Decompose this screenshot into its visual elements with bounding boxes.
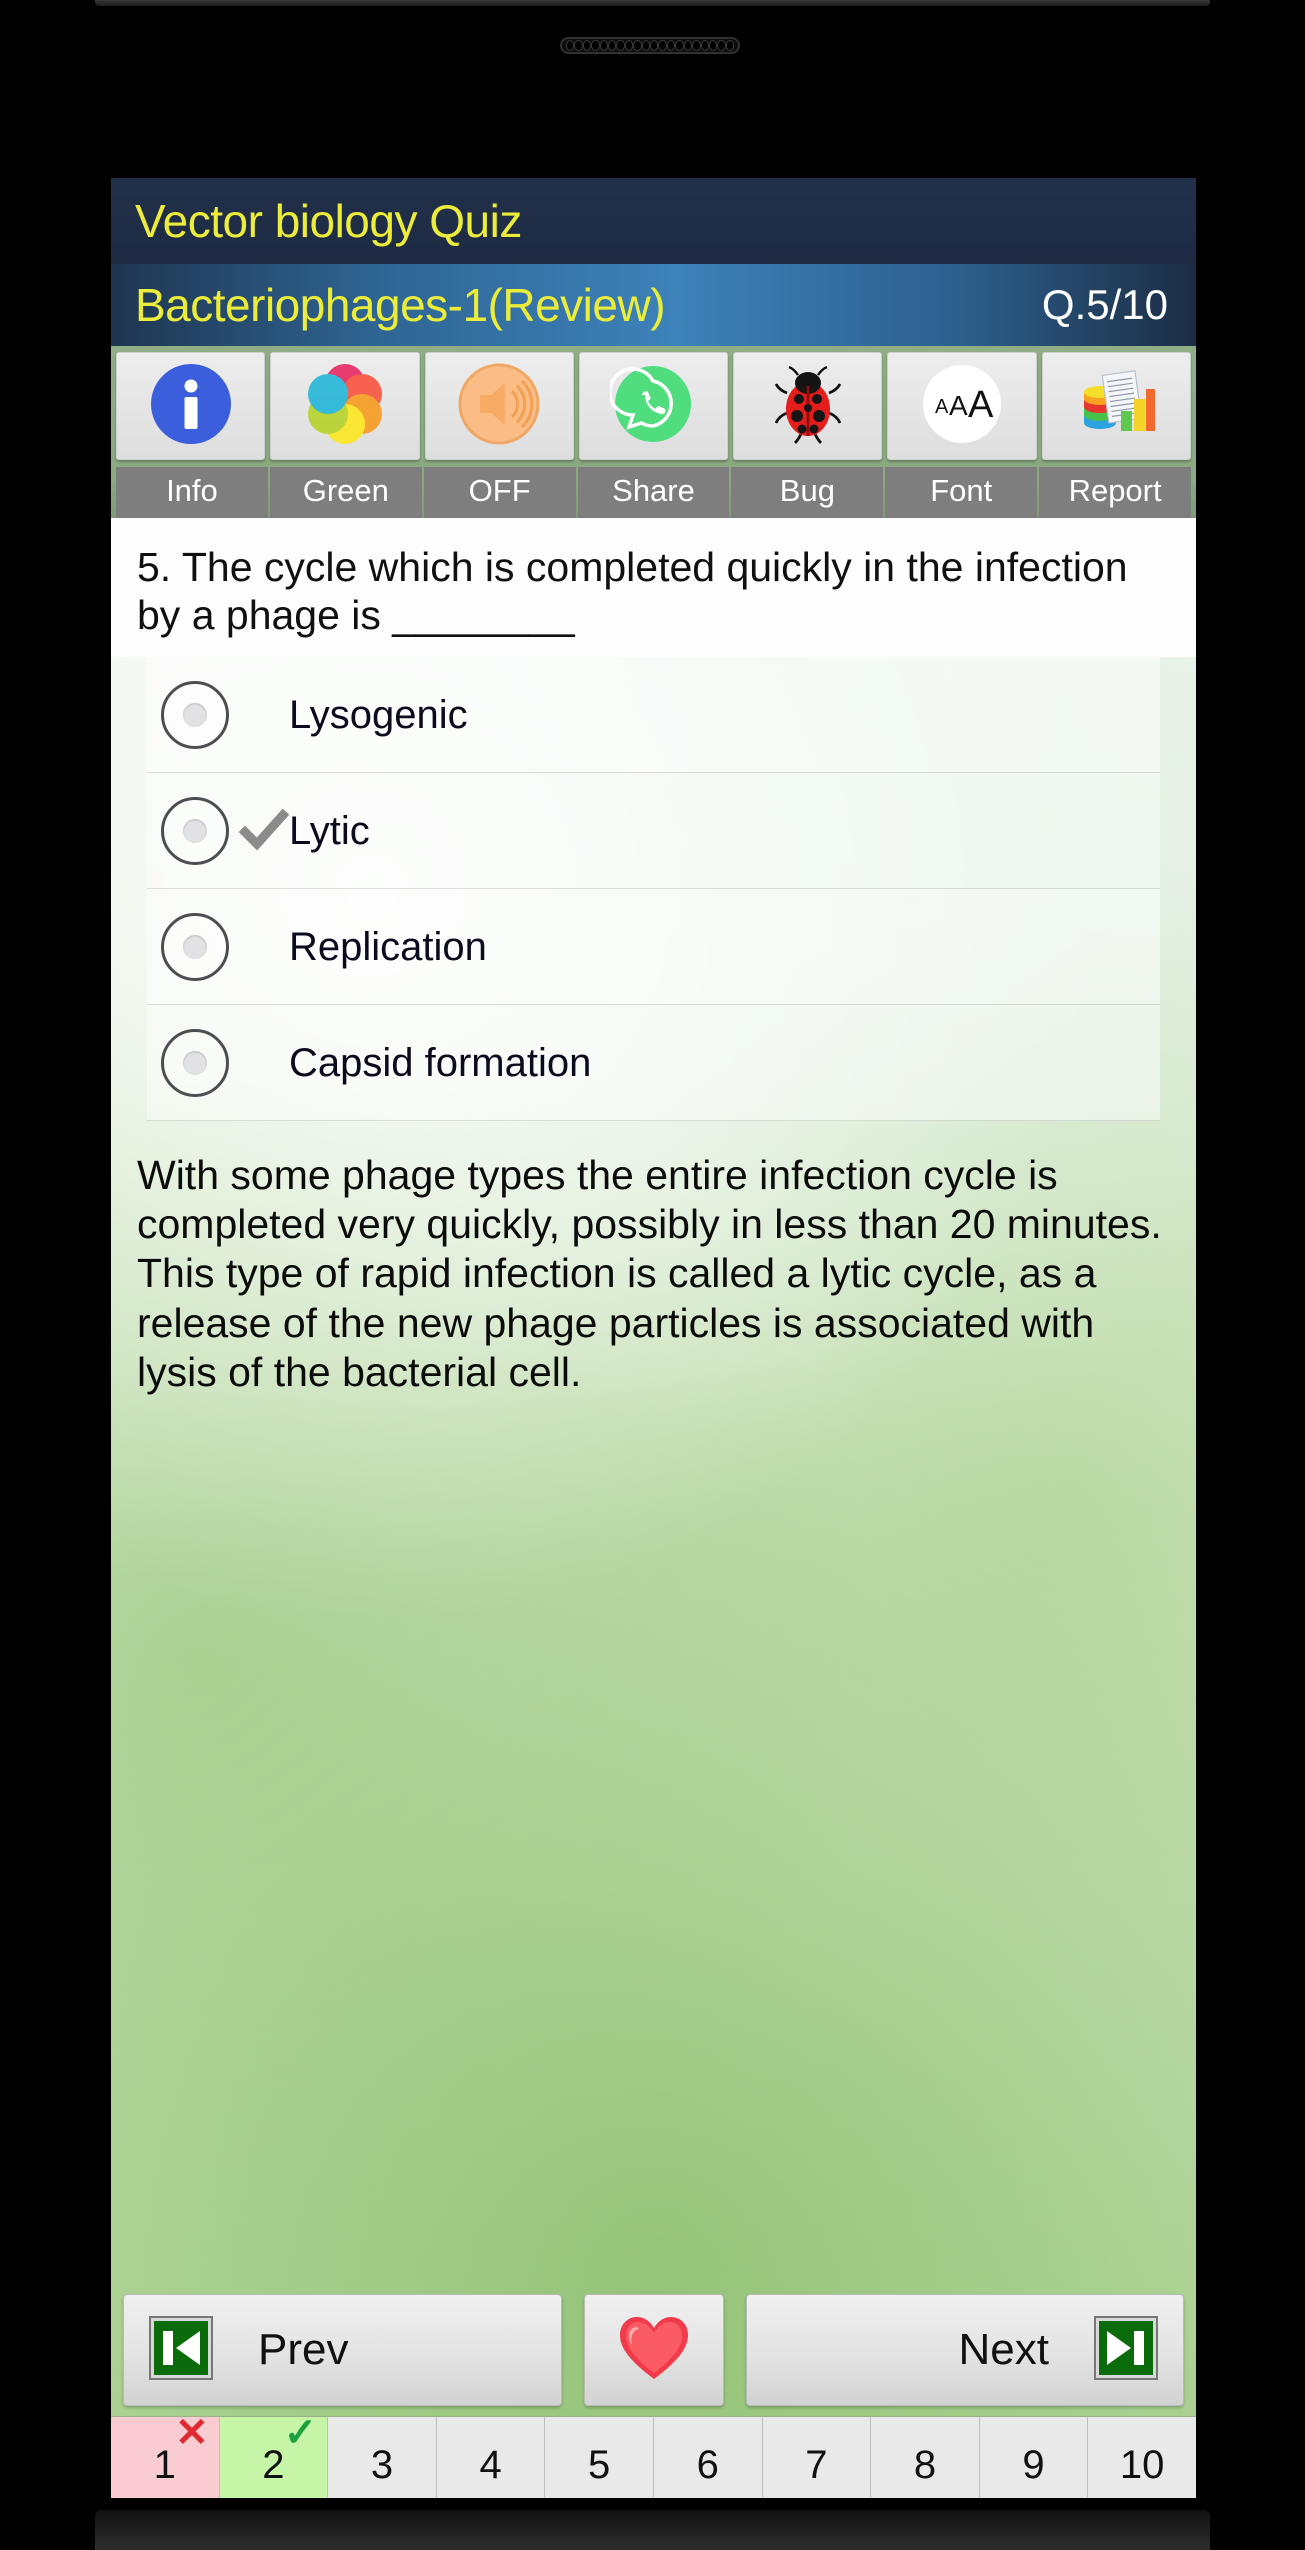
report-chart-icon [1073, 361, 1159, 452]
page-title: Vector biology Quiz [135, 195, 522, 247]
prev-label: Prev [258, 2325, 349, 2374]
qnum-label: 8 [913, 2442, 937, 2487]
question-counter: Q.5/10 [1041, 281, 1168, 328]
bezel-bottom-strip [95, 2510, 1210, 2550]
phone-shell: Vector biology Quiz Bacteriophages-1(Rev… [0, 0, 1305, 2550]
question-block: 5. The cycle which is completed quickly … [111, 518, 1196, 658]
toolbar-label-row: Info Green OFF Share Bug Font Report [116, 467, 1192, 518]
toolbar-icon-row: A A A [116, 352, 1191, 460]
favorite-button[interactable] [583, 2294, 724, 2406]
toolbar-button-share[interactable] [578, 352, 729, 460]
svg-text:A: A [935, 396, 949, 418]
font-size-icon: A A A [919, 361, 1005, 452]
toolbar-button-sound[interactable] [424, 352, 574, 460]
explanation-text: With some phage types the entire infecti… [137, 1152, 1162, 1395]
qnum-label: 9 [1022, 2442, 1045, 2487]
content-area: 5. The cycle which is completed quickly … [111, 518, 1196, 2416]
earpiece-speaker-grille [560, 37, 740, 54]
qnum-button-3[interactable]: 3 [328, 2417, 437, 2498]
qnum-label: 4 [479, 2442, 502, 2487]
toolbar-button-green[interactable] [270, 352, 420, 460]
skip-previous-icon [148, 2315, 214, 2386]
radio-button-lytic[interactable] [161, 797, 229, 866]
correct-mark-icon: ✓ [283, 2411, 318, 2455]
option-row[interactable]: Capsid formation [147, 1005, 1160, 1122]
qnum-label: 2 [262, 2442, 285, 2487]
toolbar: A A A Info Green OFF Share Bug Font Repo… [111, 346, 1196, 518]
radio-button-lysogenic[interactable] [161, 681, 229, 750]
quiz-subtitle: Bacteriophages-1(Review) [135, 279, 666, 331]
speaker-icon [456, 361, 542, 452]
wrong-mark-icon: ✕ [175, 2411, 209, 2455]
qnum-button-7[interactable]: 7 [762, 2417, 872, 2498]
app-screen: Vector biology Quiz Bacteriophages-1(Rev… [111, 178, 1196, 2498]
qnum-button-4[interactable]: 4 [436, 2417, 546, 2498]
qnum-button-10[interactable]: 10 [1088, 2417, 1196, 2498]
options-list: Lysogenic Lytic Replication Capsid forma… [147, 657, 1160, 1122]
correct-answer-check-icon [239, 806, 289, 856]
qnum-label: 3 [370, 2442, 394, 2487]
next-button[interactable]: Next [745, 2294, 1184, 2406]
skip-next-icon [1093, 2315, 1159, 2386]
option-label: Capsid formation [289, 1040, 592, 1085]
qnum-button-5[interactable]: 5 [545, 2417, 654, 2498]
qnum-button-2[interactable]: ✓ 2 [219, 2413, 329, 2498]
toolbar-label-bug[interactable]: Bug [731, 467, 884, 518]
qnum-button-1[interactable]: ✕ 1 [111, 2413, 220, 2498]
next-label: Next [958, 2325, 1049, 2374]
info-circle-icon [148, 361, 234, 452]
prev-button[interactable]: Prev [123, 2294, 562, 2406]
toolbar-button-info[interactable] [116, 352, 266, 460]
qnum-label: 1 [153, 2442, 176, 2487]
qnum-label: 5 [588, 2442, 611, 2487]
toolbar-button-font[interactable]: A A A [887, 352, 1037, 460]
app-title-bar: Vector biology Quiz [111, 178, 1196, 264]
navigation-row: Prev Next [111, 2294, 1196, 2406]
ladybug-icon [765, 361, 851, 452]
toolbar-label-report[interactable]: Report [1039, 467, 1192, 518]
qnum-button-6[interactable]: 6 [653, 2417, 763, 2498]
question-number-strip: ✕ 1 ✓ 2 3 4 5 6 7 8 9 10 [111, 2413, 1196, 2498]
toolbar-button-report[interactable] [1041, 352, 1191, 460]
option-label: Lytic [289, 808, 370, 853]
toolbar-button-bug[interactable] [733, 352, 883, 460]
toolbar-label-off[interactable]: OFF [423, 467, 576, 518]
qnum-label: 7 [805, 2442, 828, 2487]
option-label: Replication [289, 924, 487, 969]
whatsapp-share-icon [608, 361, 696, 452]
quiz-subtitle-bar: Bacteriophages-1(Review) Q.5/10 [111, 264, 1196, 346]
option-row[interactable]: Lytic [147, 773, 1160, 890]
heart-icon [617, 2313, 691, 2388]
qnum-button-9[interactable]: 9 [979, 2417, 1089, 2498]
toolbar-label-share[interactable]: Share [577, 467, 730, 518]
svg-text:A: A [968, 384, 994, 426]
radio-button-replication[interactable] [161, 913, 229, 982]
qnum-label: 6 [696, 2442, 719, 2487]
toolbar-label-green[interactable]: Green [269, 467, 422, 518]
toolbar-label-info[interactable]: Info [116, 467, 268, 518]
svg-text:A: A [949, 390, 968, 421]
bezel-top-strip [95, 0, 1210, 6]
qnum-label: 10 [1119, 2442, 1165, 2487]
option-row[interactable]: Lysogenic [147, 657, 1160, 774]
qnum-button-8[interactable]: 8 [871, 2417, 980, 2498]
radio-button-capsid-formation[interactable] [161, 1029, 229, 1098]
option-row[interactable]: Replication [147, 889, 1160, 1006]
question-text: 5. The cycle which is completed quickly … [137, 544, 1128, 638]
option-label: Lysogenic [289, 692, 468, 737]
color-wheel-icon [302, 361, 388, 452]
toolbar-label-font[interactable]: Font [885, 467, 1038, 518]
